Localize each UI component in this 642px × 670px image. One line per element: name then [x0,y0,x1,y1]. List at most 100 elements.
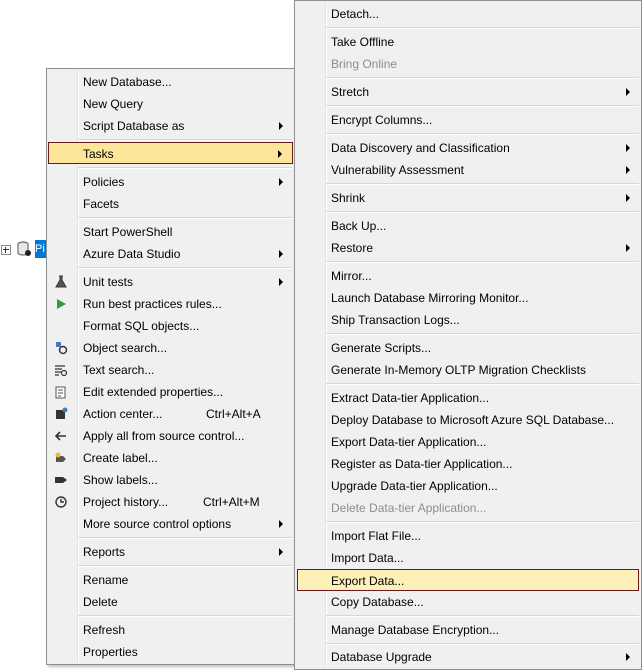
menu-separator [78,167,292,169]
submenu-arrow-icon [626,88,630,96]
text-search-menu-item[interactable]: Text search... [48,359,293,381]
submenu-arrow-icon [279,520,283,528]
import-data-menu-item[interactable]: Import Data... [296,547,640,569]
menu-separator [78,565,292,567]
menu-separator [326,643,639,645]
apply-all-menu-item[interactable]: Apply all from source control... [48,425,293,447]
bring-online-menu-item[interactable]: Bring Online [296,53,640,75]
data-discovery-menu-item[interactable]: Data Discovery and Classification [296,137,640,159]
action-center-icon [56,407,68,419]
menu-separator [326,383,639,385]
restore-menu-item[interactable]: Restore [296,237,640,259]
edit-extended-properties-menu-item[interactable]: Edit extended properties... [48,381,293,403]
label-icon [55,477,67,483]
submenu-arrow-icon [279,122,283,130]
script-database-as-menu-item[interactable]: Script Database as [48,115,293,137]
import-flat-file-menu-item[interactable]: Import Flat File... [296,525,640,547]
upgrade-data-tier-menu-item[interactable]: Upgrade Data-tier Application... [296,475,640,497]
new-database-menu-item[interactable]: New Database... [48,71,293,93]
submenu-arrow-icon [278,150,282,158]
export-data-tier-menu-item[interactable]: Export Data-tier Application... [296,431,640,453]
generate-scripts-menu-item[interactable]: Generate Scripts... [296,337,640,359]
run-best-practices-menu-item[interactable]: Run best practices rules... [48,293,293,315]
menu-separator [78,267,292,269]
create-label-menu-item[interactable]: Create label... [48,447,293,469]
tasks-submenu: Detach... Take Offline Bring Online Stre… [294,0,642,670]
deploy-to-azure-menu-item[interactable]: Deploy Database to Microsoft Azure SQL D… [296,409,640,431]
play-icon [57,299,66,309]
create-label-icon [55,452,66,462]
submenu-arrow-icon [626,166,630,174]
submenu-arrow-icon [279,548,283,556]
submenu-arrow-icon [279,178,283,186]
azure-data-studio-menu-item[interactable]: Azure Data Studio [48,243,293,265]
expand-node-icon[interactable] [1,245,11,255]
show-labels-menu-item[interactable]: Show labels... [48,469,293,491]
menu-separator [326,183,639,185]
database-icon [17,241,31,256]
register-data-tier-menu-item[interactable]: Register as Data-tier Application... [296,453,640,475]
submenu-arrow-icon [626,144,630,152]
database-node-label: Pi [35,243,45,255]
project-history-menu-item[interactable]: Project history... Ctrl+Alt+M [48,491,293,513]
selected-database-node[interactable]: Pi [35,240,46,258]
unit-tests-menu-item[interactable]: Unit tests [48,271,293,293]
refresh-menu-item[interactable]: Refresh [48,619,293,641]
detach-menu-item[interactable]: Detach... [296,3,640,25]
database-context-menu: New Database... New Query Script Databas… [46,68,295,665]
ship-transaction-logs-menu-item[interactable]: Ship Transaction Logs... [296,309,640,331]
stretch-menu-item[interactable]: Stretch [296,81,640,103]
menu-separator [326,133,639,135]
submenu-arrow-icon [626,653,630,661]
reports-menu-item[interactable]: Reports [48,541,293,563]
menu-separator [78,537,292,539]
menu-separator [78,139,292,141]
menu-separator [326,211,639,213]
submenu-arrow-icon [279,250,283,258]
delete-data-tier-menu-item[interactable]: Delete Data-tier Application... [296,497,640,519]
menu-separator [326,77,639,79]
extended-properties-icon [55,386,66,399]
submenu-arrow-icon [279,278,283,286]
mirror-menu-item[interactable]: Mirror... [296,265,640,287]
menu-separator [78,615,292,617]
arrow-left-icon [54,431,66,441]
policies-menu-item[interactable]: Policies [48,171,293,193]
menu-separator [326,615,639,617]
menu-separator [326,333,639,335]
start-powershell-menu-item[interactable]: Start PowerShell [48,221,293,243]
back-up-menu-item[interactable]: Back Up... [296,215,640,237]
menu-separator [78,217,292,219]
extract-data-tier-menu-item[interactable]: Extract Data-tier Application... [296,387,640,409]
delete-menu-item[interactable]: Delete [48,591,293,613]
rename-menu-item[interactable]: Rename [48,569,293,591]
menu-separator [326,27,639,29]
submenu-arrow-icon [626,194,630,202]
export-data-menu-item[interactable]: Export Data... [297,569,639,591]
menu-separator [326,261,639,263]
properties-menu-item[interactable]: Properties [48,641,293,663]
vulnerability-assessment-menu-item[interactable]: Vulnerability Assessment [296,159,640,181]
submenu-arrow-icon [626,244,630,252]
facets-menu-item[interactable]: Facets [48,193,293,215]
text-search-icon [55,365,68,377]
new-query-menu-item[interactable]: New Query [48,93,293,115]
launch-mirroring-monitor-menu-item[interactable]: Launch Database Mirroring Monitor... [296,287,640,309]
more-source-control-menu-item[interactable]: More source control options [48,513,293,535]
object-search-menu-item[interactable]: Object search... [48,337,293,359]
object-search-icon [56,342,68,355]
format-sql-objects-menu-item[interactable]: Format SQL objects... [48,315,293,337]
history-icon [55,496,67,508]
encrypt-columns-menu-item[interactable]: Encrypt Columns... [296,109,640,131]
take-offline-menu-item[interactable]: Take Offline [296,31,640,53]
flask-icon [55,275,67,288]
copy-database-menu-item[interactable]: Copy Database... [296,591,640,613]
action-center-menu-item[interactable]: Action center... Ctrl+Alt+A [48,403,293,425]
database-upgrade-menu-item[interactable]: Database Upgrade [296,646,640,668]
menu-separator [326,105,639,107]
manage-encryption-menu-item[interactable]: Manage Database Encryption... [296,619,640,641]
shrink-menu-item[interactable]: Shrink [296,187,640,209]
tasks-menu-item[interactable]: Tasks [48,142,293,164]
menu-separator [326,521,639,523]
generate-inmemory-checklists-menu-item[interactable]: Generate In-Memory OLTP Migration Checkl… [296,359,640,381]
